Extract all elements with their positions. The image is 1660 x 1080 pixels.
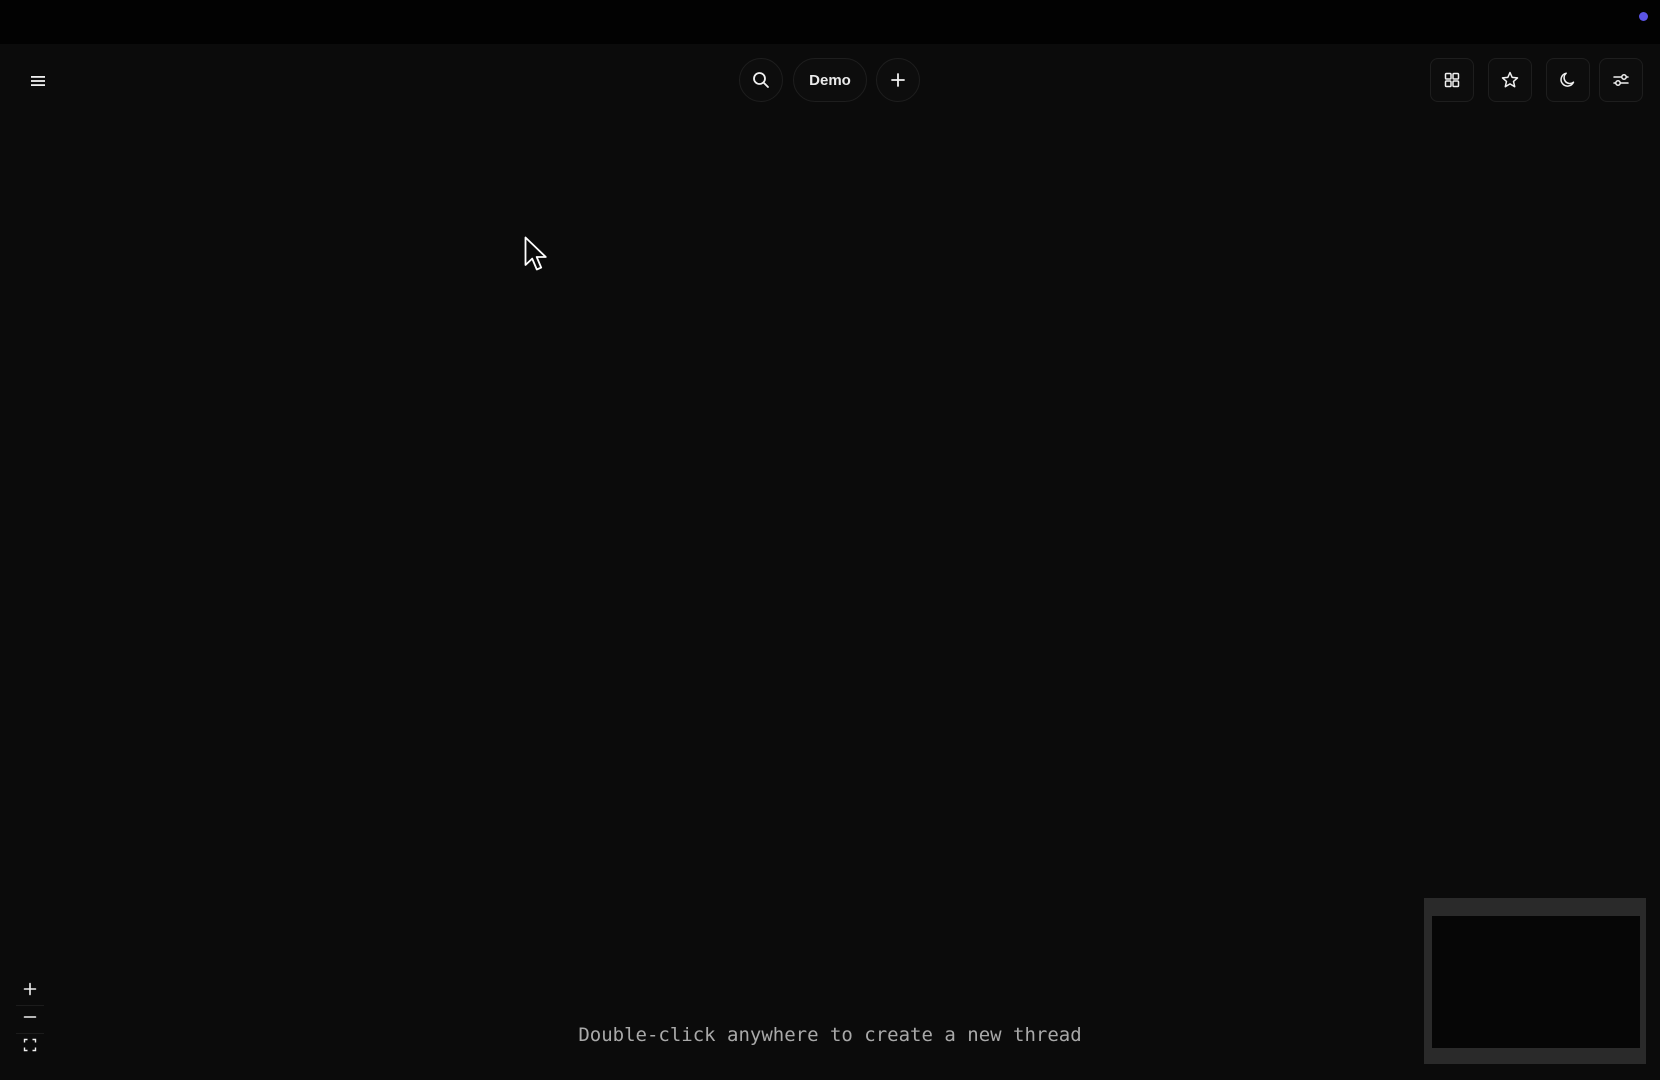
grid-icon — [1444, 72, 1460, 88]
favorites-button[interactable] — [1488, 58, 1532, 102]
search-button[interactable] — [739, 58, 783, 102]
grid-view-button[interactable] — [1430, 58, 1474, 102]
star-icon — [1501, 71, 1519, 89]
thread-canvas[interactable] — [0, 44, 1660, 1080]
zoom-in-button[interactable] — [14, 978, 46, 1004]
zoom-controls — [14, 978, 46, 1064]
app-window: Demo Double-click anywhere to create a n… — [0, 0, 1660, 1080]
top-bar — [0, 0, 1660, 44]
canvas-hint: Double-click anywhere to create a new th… — [578, 1024, 1082, 1046]
menu-button[interactable] — [18, 62, 58, 100]
minus-icon — [23, 1010, 37, 1029]
plus-icon — [23, 982, 37, 1001]
status-dot-icon — [1639, 12, 1648, 21]
search-icon — [752, 71, 770, 89]
theme-toggle-button[interactable] — [1546, 58, 1590, 102]
moon-icon — [1559, 71, 1577, 89]
sliders-icon — [1612, 71, 1630, 89]
zoom-out-button[interactable] — [14, 1006, 46, 1032]
settings-button[interactable] — [1599, 58, 1643, 102]
minimap[interactable] — [1424, 898, 1646, 1064]
menu-icon — [30, 74, 46, 88]
add-button[interactable] — [876, 58, 920, 102]
fit-screen-icon — [23, 1038, 37, 1057]
fit-view-button[interactable] — [14, 1034, 46, 1060]
minimap-viewport[interactable] — [1432, 916, 1640, 1048]
plus-icon — [890, 72, 906, 88]
project-selector[interactable]: Demo — [793, 58, 867, 102]
